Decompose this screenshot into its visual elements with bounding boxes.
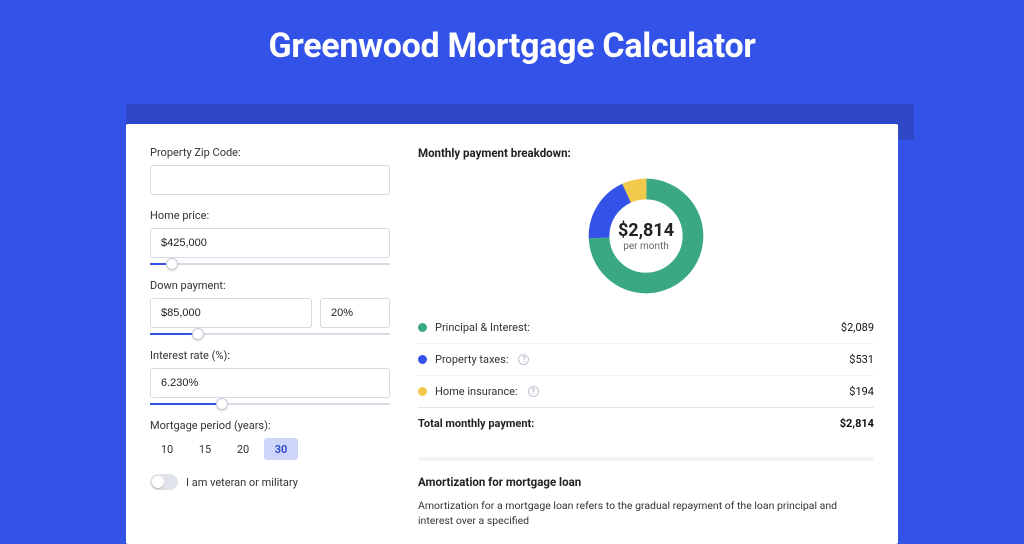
down-payment-slider-fill: [150, 333, 198, 335]
veteran-toggle[interactable]: [150, 474, 178, 490]
zip-label: Property Zip Code:: [150, 146, 390, 159]
breakdown-title: Monthly payment breakdown:: [418, 146, 874, 160]
field-home-price: Home price:: [150, 209, 390, 265]
interest-rate-input[interactable]: [150, 368, 390, 398]
period-option-10[interactable]: 10: [150, 438, 184, 460]
home-price-label: Home price:: [150, 209, 390, 222]
inputs-column: Property Zip Code: Home price: Down paym…: [150, 146, 390, 522]
amortization-section: Amortization for mortgage loan Amortizat…: [418, 457, 874, 528]
down-payment-amount-input[interactable]: [150, 298, 312, 328]
calculator-card: Property Zip Code: Home price: Down paym…: [126, 124, 898, 544]
interest-rate-slider-thumb[interactable]: [216, 398, 228, 410]
interest-rate-label: Interest rate (%):: [150, 349, 390, 362]
donut-amount: $2,814: [618, 220, 674, 241]
info-icon[interactable]: ?: [528, 386, 539, 397]
legend-row-taxes: Property taxes:? $531: [418, 343, 874, 375]
legend-dot-insurance: [418, 387, 427, 396]
legend-row-insurance: Home insurance:? $194: [418, 375, 874, 407]
total-row: Total monthly payment: $2,814: [418, 407, 874, 439]
field-zip: Property Zip Code:: [150, 146, 390, 195]
page-title: Greenwood Mortgage Calculator: [0, 0, 1024, 88]
down-payment-label: Down payment:: [150, 279, 390, 292]
down-payment-slider-thumb[interactable]: [192, 328, 204, 340]
zip-input[interactable]: [150, 165, 390, 195]
veteran-row: I am veteran or military: [150, 474, 390, 490]
veteran-label: I am veteran or military: [186, 476, 298, 489]
period-option-20[interactable]: 20: [226, 438, 260, 460]
total-value: $2,814: [840, 417, 874, 430]
donut-sub: per month: [623, 241, 669, 252]
field-interest-rate: Interest rate (%):: [150, 349, 390, 405]
legend-dot-principal: [418, 323, 427, 332]
period-option-30[interactable]: 30: [264, 438, 298, 460]
legend-value-principal: $2,089: [841, 321, 874, 334]
legend-label-insurance: Home insurance:: [435, 385, 518, 398]
legend-label-principal: Principal & Interest:: [435, 321, 530, 334]
field-down-payment: Down payment:: [150, 279, 390, 335]
field-period: Mortgage period (years): 10152030: [150, 419, 390, 460]
chart-area: $2,814 per month: [418, 168, 874, 312]
veteran-toggle-knob: [152, 476, 164, 488]
period-label: Mortgage period (years):: [150, 419, 390, 432]
home-price-slider-thumb[interactable]: [166, 258, 178, 270]
donut-center: $2,814 per month: [584, 174, 708, 298]
home-price-input[interactable]: [150, 228, 390, 258]
down-payment-percent-input[interactable]: [320, 298, 390, 328]
period-option-15[interactable]: 15: [188, 438, 222, 460]
legend-row-principal: Principal & Interest: $2,089: [418, 312, 874, 343]
amortization-text: Amortization for a mortgage loan refers …: [418, 499, 874, 528]
donut-chart: $2,814 per month: [584, 174, 708, 298]
results-column: Monthly payment breakdown: $2,814 per mo…: [418, 146, 874, 522]
interest-rate-slider[interactable]: [150, 403, 390, 405]
info-icon[interactable]: ?: [518, 354, 529, 365]
legend-label-taxes: Property taxes:: [435, 353, 508, 366]
interest-rate-slider-fill: [150, 403, 222, 405]
down-payment-slider[interactable]: [150, 333, 390, 335]
amortization-title: Amortization for mortgage loan: [418, 475, 874, 489]
legend-value-taxes: $531: [849, 353, 874, 366]
legend-value-insurance: $194: [849, 385, 874, 398]
legend-dot-taxes: [418, 355, 427, 364]
total-label: Total monthly payment:: [418, 417, 534, 430]
home-price-slider[interactable]: [150, 263, 390, 265]
